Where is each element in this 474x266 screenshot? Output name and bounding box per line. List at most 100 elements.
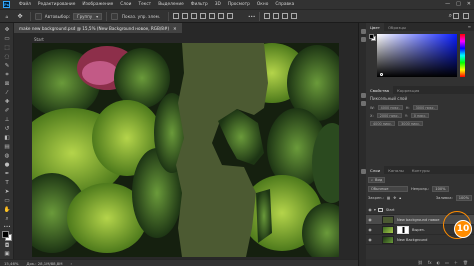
menu-help[interactable]: Справка — [275, 2, 294, 7]
history-panel-icon[interactable] — [360, 29, 366, 34]
color-picker-cursor[interactable] — [380, 73, 383, 76]
visibility-eye-icon[interactable]: ◉ — [366, 217, 374, 222]
fill-field[interactable]: 100% — [455, 194, 472, 201]
marquee-tool-icon[interactable]: ⬚ — [4, 45, 11, 52]
panel-menu-icon[interactable]: ≡ — [468, 24, 471, 29]
clone-stamp-tool-icon[interactable]: ⊥ — [4, 117, 11, 124]
visibility-eye-icon[interactable]: ◉ — [366, 227, 374, 232]
eyedropper-tool-icon[interactable]: ⁄ — [4, 90, 11, 97]
delete-layer-icon[interactable]: 🗑 — [463, 260, 468, 265]
workspace-icon[interactable] — [453, 13, 459, 19]
blend-mode-dropdown[interactable]: Обычные — [368, 185, 408, 192]
link-layers-icon[interactable]: ⛓︎ — [418, 260, 423, 265]
hue-slider[interactable] — [460, 34, 465, 77]
paragraph-panel-icon[interactable] — [360, 169, 366, 174]
libraries-panel-icon[interactable] — [360, 93, 366, 98]
type-tool-icon[interactable]: T — [4, 180, 11, 187]
layer-mask-thumbnail[interactable] — [397, 225, 409, 234]
transform-controls-checkbox[interactable] — [110, 12, 118, 20]
menu-window[interactable]: Окно — [257, 2, 268, 7]
frame-tool-icon[interactable]: ⊠ — [4, 81, 11, 88]
document-tab[interactable]: make new background.psd @ 15,5% (New Bac… — [14, 23, 182, 33]
healing-brush-tool-icon[interactable]: ✚ — [4, 99, 11, 106]
x-field[interactable]: 2000 пикс. — [376, 113, 402, 118]
new-layer-icon[interactable]: ＋ — [454, 260, 458, 266]
align-center-icon[interactable] — [181, 13, 188, 19]
align-middle-icon[interactable] — [208, 13, 215, 19]
shape-tool-icon[interactable]: ▭ — [4, 198, 11, 205]
chevron-down-icon[interactable]: ▾ — [374, 208, 376, 212]
lock-all-icon[interactable]: 🔒︎ — [399, 196, 401, 200]
opacity-field[interactable]: 100% — [432, 185, 449, 192]
3d-mode-icon[interactable] — [264, 13, 271, 19]
align-left-icon[interactable] — [172, 13, 179, 19]
chevron-right-icon[interactable]: › — [71, 261, 73, 266]
height-field[interactable]: 3000 пикс. — [412, 105, 438, 110]
menu-layer[interactable]: Слои — [120, 2, 131, 7]
crop-tool-icon[interactable]: ⌗ — [4, 72, 11, 79]
menu-file[interactable]: Файл — [19, 2, 31, 7]
move-tool-preset-icon[interactable]: ✥ — [14, 13, 26, 20]
foreground-color-chip[interactable] — [369, 34, 374, 39]
minimize-icon[interactable]: — — [445, 1, 450, 7]
3d-rotate-icon[interactable] — [273, 13, 280, 19]
menu-view[interactable]: Просмотр — [228, 2, 250, 7]
screen-mode-icon[interactable]: ▣ — [4, 251, 11, 258]
fx-icon[interactable]: fx — [428, 260, 432, 265]
pen-tool-icon[interactable]: ✒ — [4, 171, 11, 178]
tab-layers[interactable]: Слои — [366, 166, 385, 174]
quick-mask-icon[interactable]: ◘ — [4, 243, 11, 250]
artboard-image[interactable] — [32, 43, 339, 257]
canvas-area[interactable]: Start — [14, 33, 358, 259]
canvas-height-field[interactable]: 3000 пикс. — [398, 121, 424, 126]
move-tool-icon[interactable]: ✥ — [4, 27, 11, 34]
autoselect-dropdown[interactable]: Группу ▾ — [73, 12, 103, 20]
home-icon[interactable]: ⌂ — [0, 14, 14, 19]
tab-adjustments[interactable]: Коррекция — [393, 86, 423, 94]
hand-tool-icon[interactable]: ✋ — [4, 207, 11, 214]
tab-color[interactable]: Цвет — [366, 23, 384, 31]
menu-edit[interactable]: Редактирование — [38, 2, 76, 7]
canvas-width-field[interactable]: 4000 пикс. — [370, 121, 396, 126]
close-tab-icon[interactable]: ✕ — [173, 26, 177, 31]
zoom-tool-icon[interactable]: ⌕ — [4, 216, 11, 223]
tab-paths[interactable]: Контуры — [408, 166, 434, 174]
maximize-icon[interactable]: □ — [456, 1, 461, 7]
zoom-readout[interactable]: 15,46% — [4, 261, 18, 266]
color-picker-field[interactable] — [377, 34, 457, 77]
search-icon[interactable]: ⌕ — [449, 12, 452, 20]
eraser-tool-icon[interactable]: ◧ — [4, 135, 11, 142]
tab-properties[interactable]: Свойства — [366, 86, 394, 94]
more-tools-icon[interactable]: ••• — [4, 223, 11, 230]
lasso-tool-icon[interactable]: ◌ — [4, 54, 11, 61]
width-field[interactable]: 4000 пикс. — [377, 105, 403, 110]
align-right-icon[interactable] — [190, 13, 197, 19]
y-field[interactable]: 0 пикс. — [410, 113, 430, 118]
tab-channels[interactable]: Каналы — [384, 166, 408, 174]
tab-swatches[interactable]: Образцы — [384, 23, 410, 31]
dodge-tool-icon[interactable]: ● — [4, 162, 11, 169]
3d-slide-icon[interactable] — [291, 13, 298, 19]
menu-image[interactable]: Изображение — [82, 2, 113, 7]
visibility-eye-icon[interactable]: ◉ — [366, 237, 374, 242]
add-mask-icon[interactable]: ◐ — [437, 260, 441, 265]
actions-panel-icon[interactable] — [360, 37, 366, 42]
path-select-tool-icon[interactable]: ➤ — [4, 189, 11, 196]
layer-filter-dropdown[interactable]: ⌕ Вид — [368, 176, 386, 183]
photoshop-logo-icon[interactable]: Ps — [3, 1, 10, 8]
gradient-tool-icon[interactable]: ▤ — [4, 144, 11, 151]
artboard-label[interactable]: Start — [34, 37, 44, 42]
history-brush-tool-icon[interactable]: ↺ — [4, 126, 11, 133]
menu-filter[interactable]: Фильтр — [191, 2, 208, 7]
new-group-icon[interactable]: ▭ — [445, 260, 449, 265]
menu-type[interactable]: Текст — [138, 2, 151, 7]
brush-tool-icon[interactable]: ✐ — [4, 108, 11, 115]
visibility-eye-icon[interactable]: ◉ — [366, 207, 374, 212]
document-size-info[interactable]: Док.: 28,1М/88,8M — [26, 261, 62, 266]
artboard-tool-icon[interactable]: ▭ — [4, 36, 11, 43]
lock-pixels-icon[interactable]: ▦ — [387, 196, 390, 200]
more-options-icon[interactable]: ••• — [248, 14, 255, 19]
menu-3d[interactable]: 3D — [215, 2, 221, 7]
menu-select[interactable]: Выделение — [158, 2, 184, 7]
3d-pan-icon[interactable] — [282, 13, 289, 19]
